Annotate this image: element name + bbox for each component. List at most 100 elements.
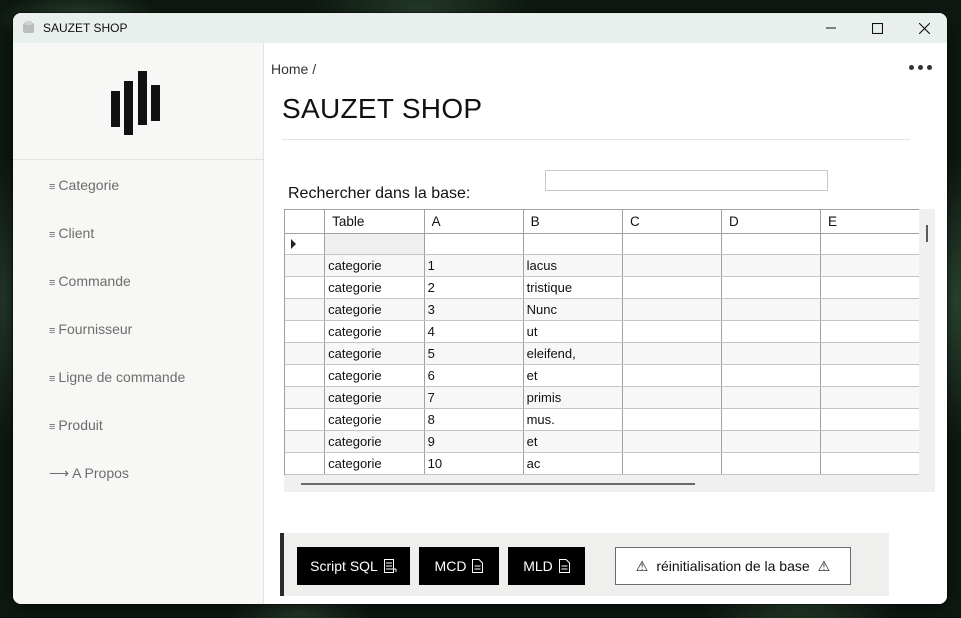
table-cell[interactable]: Nunc (523, 298, 624, 321)
table-cell[interactable]: ac (523, 452, 624, 475)
table-cell[interactable]: categorie (324, 276, 425, 299)
table-cell[interactable]: categorie (324, 452, 425, 475)
sidebar-item-produit[interactable]: ≡ Produit (49, 417, 103, 433)
table-cell[interactable] (721, 320, 821, 343)
table-cell[interactable] (820, 364, 920, 387)
table-cell[interactable] (622, 342, 722, 365)
row-header[interactable] (285, 342, 326, 365)
row-header[interactable] (285, 320, 326, 343)
table-cell[interactable] (820, 276, 920, 299)
table-cell[interactable] (721, 298, 821, 321)
sidebar-item-a-propos[interactable]: ⟶ A Propos (49, 465, 129, 482)
sidebar-item-fournisseur[interactable]: ≡ Fournisseur (49, 321, 132, 337)
table-cell[interactable]: categorie (324, 298, 425, 321)
sidebar-item-client[interactable]: ≡ Client (49, 225, 94, 241)
table-cell[interactable] (820, 298, 920, 321)
table-cell[interactable] (721, 430, 821, 453)
column-header[interactable]: A (424, 210, 524, 234)
table-cell[interactable]: categorie (324, 386, 425, 409)
table-cell[interactable] (820, 452, 920, 475)
table-cell[interactable]: 4 (424, 320, 524, 343)
row-header[interactable] (285, 254, 326, 277)
maximize-button[interactable] (854, 13, 900, 43)
table-cell[interactable]: tristique (523, 276, 624, 299)
table-row[interactable]: categorie 1 lacus (285, 254, 920, 277)
table-cell[interactable] (721, 452, 821, 475)
table-cell[interactable] (721, 364, 821, 387)
column-header[interactable]: B (523, 210, 624, 234)
table-cell[interactable]: 7 (424, 386, 524, 409)
minimize-button[interactable] (808, 13, 854, 43)
table-row[interactable]: categorie 3 Nunc (285, 298, 920, 321)
reset-database-button[interactable]: ⚠ réinitialisation de la base ⚠ (615, 547, 851, 585)
table-cell[interactable]: categorie (324, 364, 425, 387)
search-input[interactable] (545, 170, 828, 191)
column-header[interactable]: E (820, 210, 920, 234)
table-cell[interactable]: lacus (523, 254, 624, 277)
breadcrumb[interactable]: Home / (271, 61, 316, 77)
close-button[interactable] (901, 13, 947, 43)
table-cell[interactable]: 1 (424, 254, 524, 277)
table-cell[interactable] (820, 254, 920, 277)
table-cell[interactable] (721, 386, 821, 409)
column-header[interactable]: C (622, 210, 722, 234)
script-sql-button[interactable]: Script SQL (297, 547, 410, 585)
table-cell[interactable] (721, 233, 821, 255)
table-cell[interactable] (523, 233, 624, 255)
table-cell[interactable] (622, 364, 722, 387)
table-cell[interactable] (622, 276, 722, 299)
table-cell[interactable] (324, 233, 425, 255)
row-header[interactable] (285, 276, 326, 299)
table-cell[interactable] (622, 386, 722, 409)
table-row[interactable]: categorie 6 et (285, 364, 920, 387)
table-cell[interactable]: categorie (324, 320, 425, 343)
table-cell[interactable]: primis (523, 386, 624, 409)
table-cell[interactable] (820, 233, 920, 255)
table-cell[interactable] (622, 320, 722, 343)
table-cell[interactable]: 6 (424, 364, 524, 387)
table-cell[interactable]: 2 (424, 276, 524, 299)
table-cell[interactable] (622, 408, 722, 431)
table-cell[interactable] (820, 430, 920, 453)
table-row[interactable]: categorie 2 tristique (285, 276, 920, 299)
table-row[interactable]: categorie 7 primis (285, 386, 920, 409)
table-cell[interactable] (820, 342, 920, 365)
horizontal-scrollbar[interactable] (284, 475, 935, 492)
table-cell[interactable]: categorie (324, 408, 425, 431)
row-header[interactable] (285, 364, 326, 387)
table-cell[interactable]: et (523, 430, 624, 453)
table-cell[interactable]: 5 (424, 342, 524, 365)
table-cell[interactable] (721, 342, 821, 365)
row-header[interactable] (285, 386, 326, 409)
table-cell[interactable]: 10 (424, 452, 524, 475)
table-cell[interactable] (622, 254, 722, 277)
sidebar-item-categorie[interactable]: ≡ Categorie (49, 177, 119, 193)
row-header[interactable] (285, 430, 326, 453)
table-cell[interactable]: categorie (324, 430, 425, 453)
more-options-button[interactable] (909, 56, 933, 78)
table-row[interactable]: categorie 5 eleifend, (285, 342, 920, 365)
row-header[interactable] (285, 298, 326, 321)
table-cell[interactable]: 8 (424, 408, 524, 431)
table-cell[interactable]: mus. (523, 408, 624, 431)
table-row[interactable]: categorie 8 mus. (285, 408, 920, 431)
vertical-scrollbar[interactable] (919, 209, 935, 475)
sidebar-item-commande[interactable]: ≡ Commande (49, 273, 131, 289)
column-header[interactable]: D (721, 210, 821, 234)
table-cell[interactable] (721, 408, 821, 431)
table-cell[interactable] (820, 386, 920, 409)
sidebar-item-ligne-de-commande[interactable]: ≡ Ligne de commande (49, 369, 185, 385)
row-header[interactable] (285, 452, 326, 475)
table-cell[interactable] (721, 254, 821, 277)
row-header[interactable] (285, 408, 326, 431)
mcd-button[interactable]: MCD (419, 547, 499, 585)
table-cell[interactable] (622, 452, 722, 475)
table-cell[interactable] (820, 408, 920, 431)
vertical-scrollbar-thumb[interactable] (926, 225, 928, 242)
table-cell[interactable]: categorie (324, 254, 425, 277)
data-grid[interactable]: Table A B C D E categorie 1 lacus catego… (284, 209, 935, 492)
table-cell[interactable] (721, 276, 821, 299)
table-cell[interactable]: ut (523, 320, 624, 343)
row-header[interactable] (285, 233, 326, 255)
table-cell[interactable]: 3 (424, 298, 524, 321)
